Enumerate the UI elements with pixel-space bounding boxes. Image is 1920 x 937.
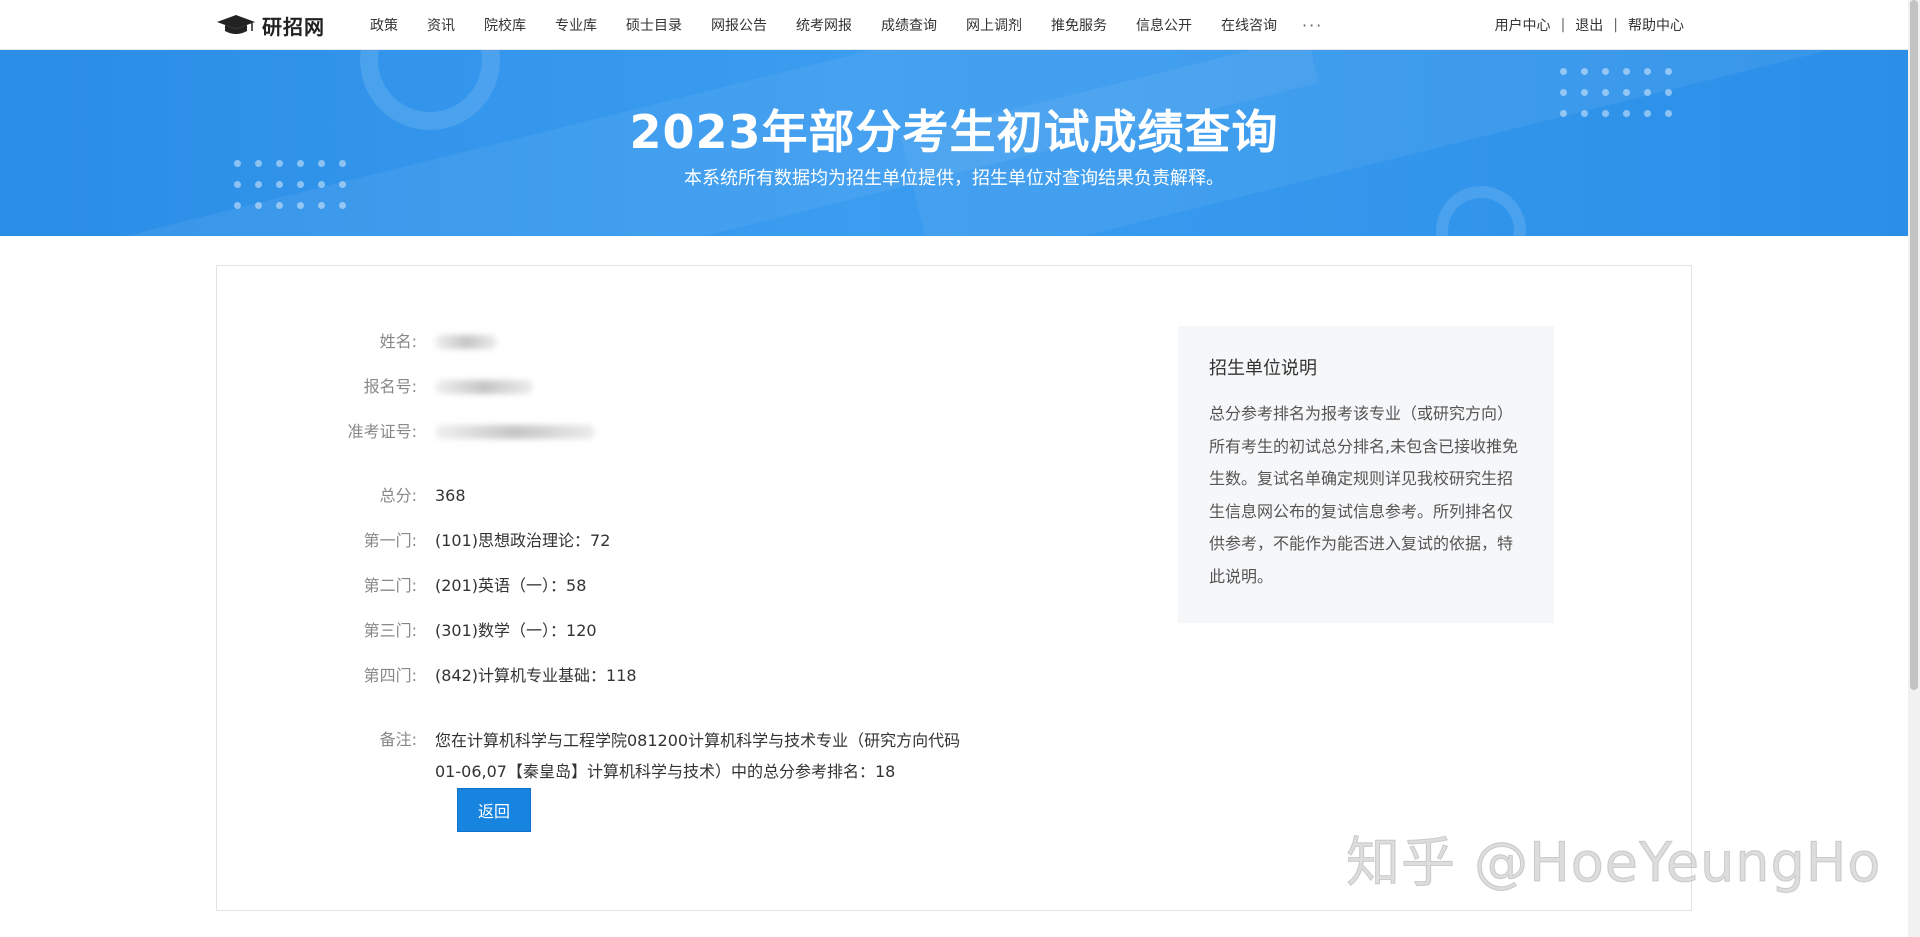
nav-item-schools[interactable]: 院校库 <box>484 15 526 35</box>
subject-row: 第四门: (842)计算机专业基础：118 <box>217 665 637 687</box>
subject-label: 第三门: <box>363 621 417 640</box>
subject-row: 第二门: (201)英语（一）：58 <box>217 575 587 597</box>
subject-label: 第四门: <box>363 666 417 685</box>
score-result-card: 姓名: 报名号: 准考证号: 总分: 368 第一门: (101)思想政治理论：… <box>216 265 1692 911</box>
help-center-link[interactable]: 帮助中心 <box>1628 15 1684 35</box>
admission-unit-notice: 招生单位说明 总分参考排名为报考该专业（或研究方向）所有考生的初试总分排名,未包… <box>1178 326 1554 623</box>
zhihu-watermark: 知乎 @HoeYeungHo <box>1345 831 1882 895</box>
nav-item-policy[interactable]: 政策 <box>370 15 398 35</box>
subject-label: 第一门: <box>363 531 417 550</box>
separator: | <box>1560 17 1566 33</box>
logout-link[interactable]: 退出 <box>1575 15 1603 35</box>
remark-label: 备注: <box>379 730 417 749</box>
nav-item-info-disclosure[interactable]: 信息公开 <box>1136 15 1192 35</box>
subject-value: (842)计算机专业基础：118 <box>435 666 637 685</box>
total-score-row: 总分: 368 <box>217 485 466 507</box>
nav-item-adjustment[interactable]: 网上调剂 <box>966 15 1022 35</box>
site-logo[interactable]: 研招网 <box>216 11 325 39</box>
nav-item-recommendation[interactable]: 推免服务 <box>1051 15 1107 35</box>
logo-text: 研招网 <box>262 14 325 39</box>
nav-item-unified-registration[interactable]: 统考网报 <box>796 15 852 35</box>
page-title: 2023年部分考生初试成绩查询 <box>629 105 1279 159</box>
page-scrollbar[interactable] <box>1908 0 1920 937</box>
total-score-value: 368 <box>435 486 466 505</box>
user-center-link[interactable]: 用户中心 <box>1495 15 1551 35</box>
scrollbar-thumb[interactable] <box>1910 0 1918 690</box>
name-label: 姓名: <box>379 332 417 351</box>
nav-item-news[interactable]: 资讯 <box>427 15 455 35</box>
subject-row: 第三门: (301)数学（一）：120 <box>217 620 597 642</box>
remark-row: 备注: 您在计算机科学与工程学院081200计算机科学与技术专业（研究方向代码0… <box>217 729 975 787</box>
top-navbar: 研招网 政策 资讯 院校库 专业库 硕士目录 网报公告 统考网报 成绩查询 网上… <box>0 0 1908 50</box>
admission-ticket-label: 准考证号: <box>347 422 417 441</box>
more-menu-icon[interactable]: ··· <box>1302 16 1323 35</box>
notice-body: 总分参考排名为报考该专业（或研究方向）所有考生的初试总分排名,未包含已接收推免生… <box>1209 404 1519 586</box>
subject-value: (201)英语（一）：58 <box>435 576 587 595</box>
registration-no-value-redacted <box>435 376 533 400</box>
nav-item-masters-catalog[interactable]: 硕士目录 <box>626 15 682 35</box>
admission-ticket-value-redacted <box>435 421 595 445</box>
remark-value: 您在计算机科学与工程学院081200计算机科学与技术专业（研究方向代码01-06… <box>435 731 961 781</box>
nav-item-score-query[interactable]: 成绩查询 <box>881 15 937 35</box>
main-nav: 政策 资讯 院校库 专业库 硕士目录 网报公告 统考网报 成绩查询 网上调剂 推… <box>370 0 1352 50</box>
subject-value: (101)思想政治理论：72 <box>435 531 611 550</box>
name-value-redacted <box>435 331 497 355</box>
hero-banner: 2023年部分考生初试成绩查询 本系统所有数据均为招生单位提供，招生单位对查询结… <box>0 50 1908 236</box>
graduation-cap-icon <box>217 15 255 34</box>
subject-row: 第一门: (101)思想政治理论：72 <box>217 530 611 552</box>
subject-value: (301)数学（一）：120 <box>435 621 597 640</box>
back-button[interactable]: 返回 <box>457 788 531 832</box>
subject-label: 第二门: <box>363 576 417 595</box>
notice-title: 招生单位说明 <box>1209 358 1317 379</box>
nav-item-registration-notice[interactable]: 网报公告 <box>711 15 767 35</box>
admission-ticket-row: 准考证号: <box>217 421 595 445</box>
nav-item-online-consult[interactable]: 在线咨询 <box>1221 15 1277 35</box>
name-row: 姓名: <box>217 331 497 355</box>
registration-no-row: 报名号: <box>217 376 533 400</box>
separator: | <box>1613 17 1618 33</box>
page-subtitle: 本系统所有数据均为招生单位提供，招生单位对查询结果负责解释。 <box>684 168 1224 189</box>
banner-ring-decoration <box>1436 186 1526 236</box>
nav-item-majors[interactable]: 专业库 <box>555 15 597 35</box>
registration-no-label: 报名号: <box>363 377 417 396</box>
user-nav: 用户中心 | 退出 | 帮助中心 <box>1495 0 1684 50</box>
total-score-label: 总分: <box>379 486 417 505</box>
